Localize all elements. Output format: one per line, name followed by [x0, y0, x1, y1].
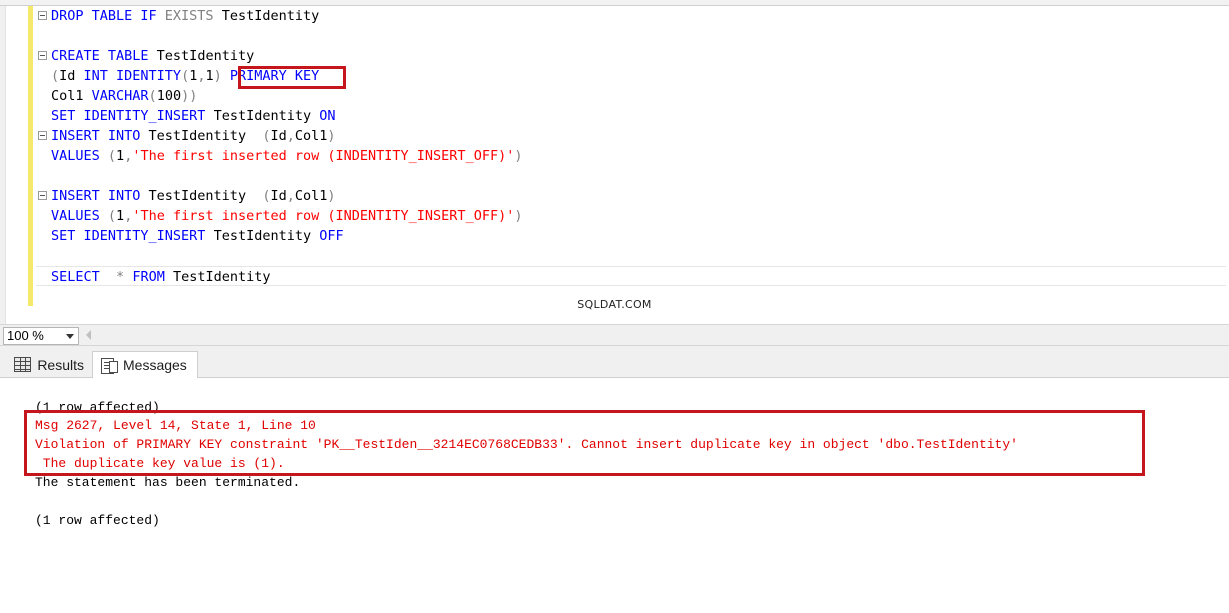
code-token: Id [270, 128, 287, 144]
statement-terminated-message: The statement has been terminated. [35, 475, 301, 490]
collapse-icon[interactable] [38, 51, 47, 60]
code-token: TestIdentity [213, 8, 320, 24]
code-token: VALUES [51, 208, 108, 224]
code-token: ( [51, 68, 60, 84]
tab-messages[interactable]: Messages [92, 351, 198, 379]
code-line[interactable]: SET IDENTITY_INSERT TestIdentity OFF [36, 226, 1226, 246]
watermark-text: SQLDAT.COM [577, 298, 652, 311]
change-tracking-bar [28, 6, 33, 306]
code-token: VARCHAR [91, 88, 149, 104]
scroll-left-icon[interactable] [86, 330, 91, 340]
code-token: Id [270, 188, 287, 204]
code-token: , [286, 128, 295, 144]
rows-affected-message: (1 row affected) [35, 400, 160, 415]
code-token: Col1 [294, 188, 328, 204]
code-token: TestIdentity [205, 108, 320, 124]
grid-icon [14, 357, 32, 372]
code-token: FROM [132, 269, 165, 285]
code-line[interactable] [36, 246, 1226, 266]
code-line[interactable]: Col1 VARCHAR(100)) [36, 86, 1226, 106]
code-token: TestIdentity [164, 269, 271, 285]
code-token: TestIdentity [140, 128, 263, 144]
code-line[interactable]: DROP TABLE IF EXISTS TestIdentity [36, 6, 1226, 26]
tab-results[interactable]: Results [6, 351, 92, 378]
code-token: INSERT INTO [51, 188, 141, 204]
code-token: INT IDENTITY [83, 68, 182, 84]
code-token: TestIdentity [205, 228, 320, 244]
code-token: ) [514, 148, 523, 164]
code-line[interactable]: INSERT INTO TestIdentity (Id,Col1) [36, 186, 1226, 206]
code-token: 'The first inserted row (INDENTITY_INSER… [132, 208, 515, 224]
code-token: ( [107, 148, 117, 164]
code-token: ) [327, 188, 336, 204]
code-line[interactable]: SELECT * FROM TestIdentity [36, 266, 1226, 286]
code-token: SET IDENTITY_INSERT [51, 228, 206, 244]
error-duplicate-value-message: The duplicate key value is (1). [35, 456, 285, 471]
code-line[interactable]: VALUES (1,'The first inserted row (INDEN… [36, 206, 1226, 226]
collapse-icon[interactable] [38, 11, 47, 20]
code-token: Col1 [51, 88, 92, 104]
code-area[interactable]: DROP TABLE IF EXISTS TestIdentity CREATE … [36, 6, 1226, 286]
code-token: OFF [319, 228, 344, 244]
code-token: INSERT INTO [51, 128, 141, 144]
zoom-bar: 100 % [0, 324, 1229, 346]
code-token: Col1 [294, 128, 328, 144]
code-token: VALUES [51, 148, 108, 164]
code-token: )) [181, 88, 198, 104]
code-token: TestIdentity [140, 188, 263, 204]
code-token: Id [59, 68, 84, 84]
code-token: ) [327, 128, 336, 144]
code-token: DROP TABLE IF [51, 8, 165, 24]
code-token: ON [319, 108, 336, 124]
messages-panel[interactable]: (1 row affected) Msg 2627, Level 14, Sta… [0, 378, 1229, 613]
code-token: ) [514, 208, 523, 224]
results-tab-strip: Results Messages [0, 346, 1229, 379]
zoom-value: 100 % [7, 328, 44, 343]
code-token: TestIdentity [148, 48, 255, 64]
chevron-down-icon [66, 334, 74, 339]
code-token: EXISTS [164, 8, 214, 24]
code-line[interactable]: SET IDENTITY_INSERT TestIdentity ON [36, 106, 1226, 126]
query-editor[interactable]: DROP TABLE IF EXISTS TestIdentity CREATE … [0, 6, 1229, 324]
code-line[interactable]: CREATE TABLE TestIdentity [36, 46, 1226, 66]
code-token: SELECT [51, 269, 100, 285]
messages-icon [101, 357, 118, 374]
code-token: 100 [156, 88, 182, 104]
rows-affected-message: (1 row affected) [35, 513, 160, 528]
code-token: ( [107, 208, 117, 224]
code-token: ( [148, 88, 157, 104]
code-token: PRIMARY KEY [229, 68, 320, 84]
code-token: 'The first inserted row (INDENTITY_INSER… [132, 148, 515, 164]
code-token: 1 [116, 148, 125, 164]
zoom-dropdown[interactable]: 100 % [3, 327, 79, 345]
code-token: , [286, 188, 295, 204]
code-token: 1 [205, 68, 214, 84]
error-header-message: Msg 2627, Level 14, State 1, Line 10 [35, 418, 316, 433]
code-line[interactable] [36, 26, 1226, 46]
code-token: 1 [116, 208, 125, 224]
code-token: ) [213, 68, 230, 84]
code-line[interactable] [36, 166, 1226, 186]
code-token: CREATE TABLE [51, 48, 149, 64]
collapse-icon[interactable] [38, 131, 47, 140]
tab-results-label: Results [37, 356, 84, 373]
editor-gutter [0, 6, 6, 324]
collapse-icon[interactable] [38, 191, 47, 200]
code-token: ( [181, 68, 190, 84]
code-token: SET IDENTITY_INSERT [51, 108, 206, 124]
code-token: , [197, 68, 206, 84]
code-token: * [116, 269, 125, 285]
error-violation-message: Violation of PRIMARY KEY constraint 'PK_… [35, 437, 1018, 452]
code-line[interactable]: INSERT INTO TestIdentity (Id,Col1) [36, 126, 1226, 146]
code-line[interactable]: VALUES (1,'The first inserted row (INDEN… [36, 146, 1226, 166]
tab-messages-label: Messages [123, 357, 187, 373]
code-line[interactable]: (Id INT IDENTITY(1,1) PRIMARY KEY [36, 66, 1226, 86]
